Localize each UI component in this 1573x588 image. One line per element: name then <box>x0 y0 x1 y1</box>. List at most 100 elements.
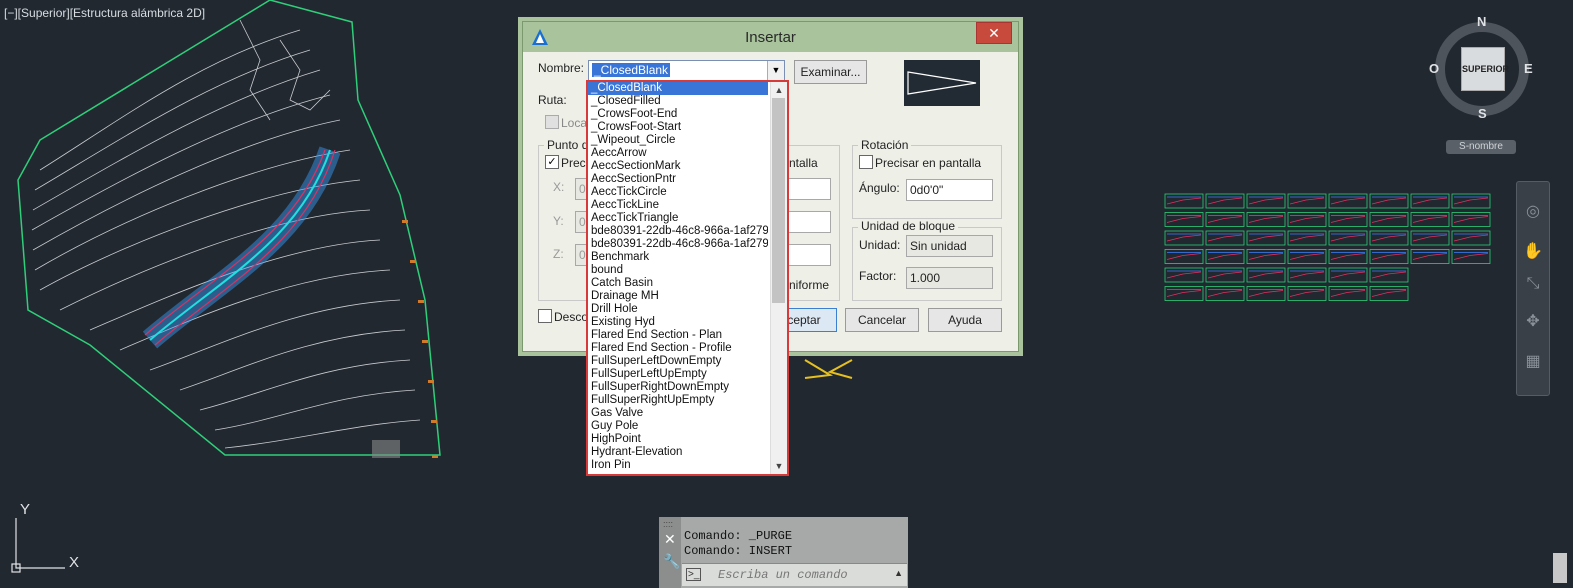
dialog-titlebar[interactable]: Insertar ✕ <box>523 22 1018 52</box>
profile-line <box>1289 197 1325 205</box>
dropdown-item[interactable]: AeccTickCircle <box>588 186 768 199</box>
profile-sheet <box>1328 286 1368 301</box>
profile-sheets <box>1164 193 1491 301</box>
precisar-rotacion-checkbox[interactable] <box>859 155 873 169</box>
profile-line <box>1166 271 1202 279</box>
dropdown-item[interactable]: Benchmark <box>588 251 768 264</box>
precisar-insert-checkbox[interactable]: ✓ <box>545 155 559 169</box>
profile-sheet <box>1287 267 1327 283</box>
dropdown-item[interactable]: Gas Valve <box>588 407 768 420</box>
command-placeholder: Escriba un comando <box>718 568 848 582</box>
dropdown-item[interactable]: Drill Hole <box>588 303 768 316</box>
viewport-label[interactable]: [−][Superior][Estructura alámbrica 2D] <box>4 6 205 20</box>
profile-line <box>1453 234 1489 242</box>
profile-line <box>1289 290 1325 297</box>
profile-line <box>1371 216 1407 223</box>
command-input[interactable]: >_ Escriba un comando ▲ <box>682 563 907 586</box>
profile-sheet <box>1246 267 1286 283</box>
block-name-dropdown[interactable]: _ClosedBlank _ClosedFilled _CrowsFoot-End _… <box>586 80 789 476</box>
compass-north[interactable]: N <box>1477 14 1486 29</box>
dropdown-item[interactable]: AeccArrow <box>588 147 768 160</box>
dropdown-item[interactable]: bde80391-22db-46c8-966a-1af27977 <box>588 238 768 251</box>
scale-y-field[interactable] <box>786 211 831 233</box>
dropdown-item[interactable]: Iron Pin <box>588 459 768 472</box>
dropdown-item[interactable]: Hydrant-Elevation <box>588 446 768 459</box>
dropdown-item[interactable]: Existing Hyd <box>588 316 768 329</box>
profile-line <box>1330 234 1366 242</box>
dropdown-item[interactable]: AeccTickLine <box>588 199 768 212</box>
profile-sheet <box>1164 212 1204 227</box>
scroll-thumb[interactable] <box>772 98 785 303</box>
dropdown-item[interactable]: Catch Basin <box>588 277 768 290</box>
zoom-icon[interactable]: ⤡ <box>1523 274 1543 294</box>
examinar-button[interactable]: Examinar... <box>794 60 867 84</box>
profile-line <box>1166 216 1202 223</box>
dropdown-item[interactable]: _ClosedFilled <box>588 95 768 108</box>
viewcube-top-face[interactable]: SUPERIOR <box>1461 47 1509 91</box>
scale-x-field[interactable] <box>786 178 831 200</box>
localizar-checkbox[interactable] <box>545 115 559 129</box>
profile-sheet <box>1246 286 1286 301</box>
dropdown-item[interactable]: AeccSectionMark <box>588 160 768 173</box>
unidad-field: Sin unidad <box>906 235 993 257</box>
ayuda-button[interactable]: Ayuda <box>928 308 1002 332</box>
dropdown-item[interactable]: Drainage MH <box>588 290 768 303</box>
profile-line <box>1330 290 1366 297</box>
cancelar-button[interactable]: Cancelar <box>845 308 919 332</box>
profile-line <box>1453 253 1489 260</box>
dropdown-item[interactable]: FullSuperLeftUpEmpty <box>588 368 768 381</box>
dropdown-item[interactable]: bde80391-22db-46c8-966a-1af27977 <box>588 225 768 238</box>
profile-sheet <box>1205 249 1245 264</box>
compass-west[interactable]: O <box>1429 61 1439 76</box>
unidad-label: Unidad: <box>859 238 901 252</box>
pan-hand-icon[interactable]: ✋ <box>1523 242 1543 262</box>
dropdown-scrollbar[interactable]: ▲ ▼ <box>770 82 787 474</box>
wrench-icon[interactable]: 🔧 <box>663 553 680 570</box>
wcs-menu[interactable]: S-nombre <box>1446 140 1516 154</box>
showmotion-icon[interactable]: ▦ <box>1523 352 1543 372</box>
dropdown-item[interactable]: Flared End Section - Plan <box>588 329 768 342</box>
descomponer-checkbox[interactable] <box>538 309 552 323</box>
dropdown-item[interactable]: AeccSectionPntr <box>588 173 768 186</box>
dropdown-item[interactable]: AeccTickTriangle <box>588 212 768 225</box>
profile-sheet <box>1328 249 1368 264</box>
scroll-down-icon[interactable]: ▼ <box>771 459 787 473</box>
orbit-icon[interactable]: ✥ <box>1523 312 1543 332</box>
close-button[interactable]: ✕ <box>976 22 1012 44</box>
dropdown-item[interactable]: bound <box>588 264 768 277</box>
dropdown-item[interactable]: FullSuperLeftDownEmpty <box>588 355 768 368</box>
profile-line <box>1412 216 1448 223</box>
dropdown-item[interactable]: _Wipeout_Circle <box>588 134 768 147</box>
road-corridor <box>142 146 341 349</box>
chevron-down-icon[interactable]: ▼ <box>767 61 784 80</box>
profile-line <box>1248 234 1284 242</box>
profile-sheet <box>1246 230 1286 246</box>
dropdown-item[interactable]: Flared End Section - Profile <box>588 342 768 355</box>
grip-icon[interactable]: :::: <box>663 519 673 529</box>
dropdown-list[interactable]: _ClosedBlank _ClosedFilled _CrowsFoot-End _… <box>588 82 768 472</box>
profile-sheet <box>1246 249 1286 264</box>
dropdown-item[interactable]: HighPoint <box>588 433 768 446</box>
compass-south[interactable]: S <box>1478 106 1487 121</box>
dropdown-item[interactable]: _CrowsFoot-End <box>588 108 768 121</box>
angulo-field[interactable]: 0d0'0" <box>906 179 993 201</box>
factor-field: 1.000 <box>906 267 993 289</box>
dropdown-item[interactable]: FullSuperRightUpEmpty <box>588 394 768 407</box>
close-icon[interactable]: ✕ <box>664 531 676 548</box>
compass-east[interactable]: E <box>1524 61 1533 76</box>
prompt-icon[interactable]: >_ <box>686 568 702 581</box>
ruta-label: Ruta: <box>538 93 567 107</box>
viewport-scrollbar[interactable] <box>1553 553 1567 583</box>
ucs-icon <box>11 518 65 573</box>
dropdown-item[interactable]: _CrowsFoot-Start <box>588 121 768 134</box>
dropdown-item[interactable]: _ClosedBlank <box>588 82 768 95</box>
dropdown-item[interactable]: FullSuperRightDownEmpty <box>588 381 768 394</box>
chevron-up-icon[interactable]: ▲ <box>894 568 903 578</box>
dropdown-item[interactable]: Guy Pole <box>588 420 768 433</box>
steering-wheel-icon[interactable]: ◎ <box>1523 202 1543 222</box>
scroll-up-icon[interactable]: ▲ <box>771 83 787 97</box>
scale-z-field[interactable] <box>786 244 831 266</box>
profile-sheet <box>1287 212 1327 227</box>
nombre-combobox[interactable]: _ClosedBlank ▼ <box>588 60 785 81</box>
dialog-title: Insertar <box>745 29 796 46</box>
